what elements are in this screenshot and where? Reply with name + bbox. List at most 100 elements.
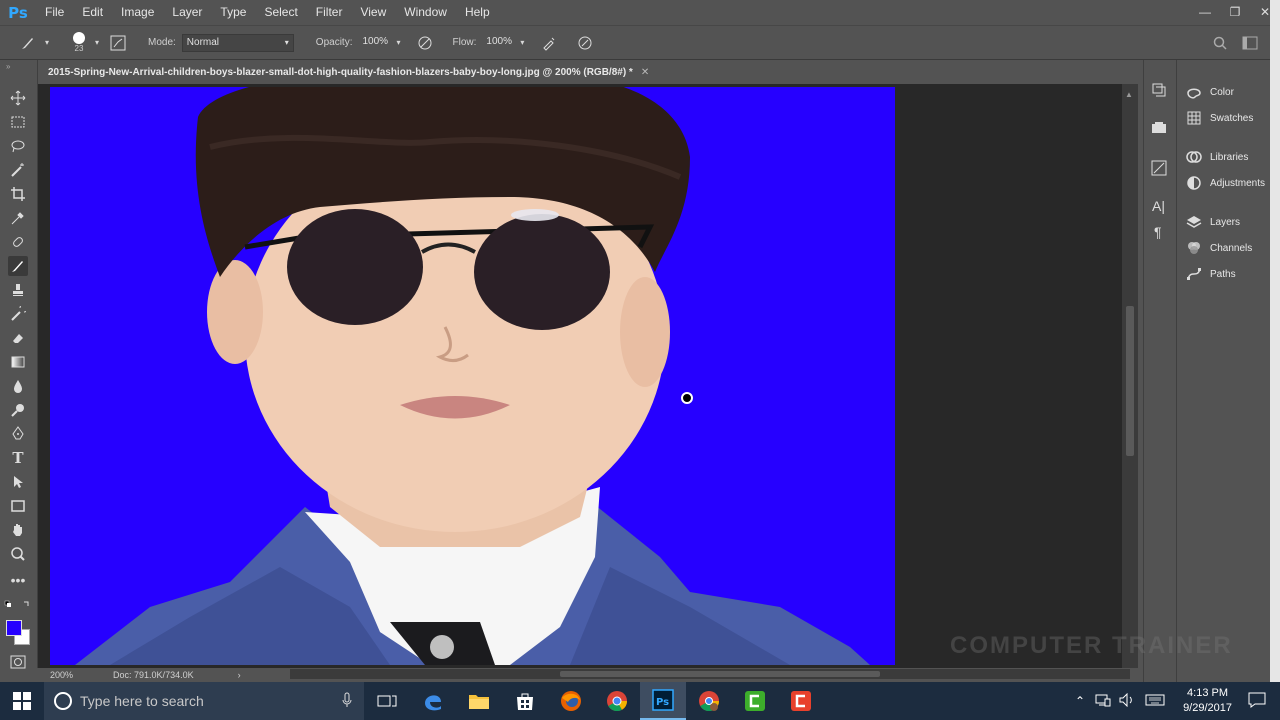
task-view-icon[interactable] — [364, 682, 410, 720]
cortana-icon — [54, 692, 72, 710]
zoom-tool-icon[interactable] — [8, 544, 28, 564]
document-tab[interactable]: 2015-Spring-New-Arrival-children-boys-bl… — [38, 62, 660, 84]
pressure-opacity-icon[interactable] — [414, 35, 436, 51]
magic-wand-icon[interactable] — [8, 160, 28, 180]
workspace-icon[interactable] — [1240, 36, 1260, 50]
healing-brush-icon[interactable] — [8, 232, 28, 252]
menu-help[interactable]: Help — [456, 0, 499, 25]
canvas-area[interactable] — [38, 84, 1138, 668]
paragraph-icon[interactable]: ¶ — [1154, 224, 1162, 240]
lasso-tool-icon[interactable] — [8, 136, 28, 156]
mode-value: Normal — [186, 36, 220, 48]
chrome-alt-icon[interactable] — [686, 682, 732, 720]
photoshop-icon[interactable]: Ps — [640, 682, 686, 720]
scroll-up-icon[interactable]: ▲ — [1125, 90, 1133, 99]
foreground-color-swatch[interactable] — [6, 620, 22, 636]
tools-panel: » T ••• — [0, 60, 38, 669]
vertical-scrollbar[interactable]: ▲ — [1122, 84, 1138, 668]
panel-paths-label: Paths — [1210, 268, 1236, 280]
eyedropper-icon[interactable] — [8, 208, 28, 228]
horizontal-scrollbar[interactable] — [290, 669, 1130, 679]
menu-type[interactable]: Type — [211, 0, 255, 25]
zoom-level[interactable]: 200% — [50, 670, 73, 680]
taskbar-clock[interactable]: 4:13 PM 9/29/2017 — [1183, 686, 1232, 716]
flow-input[interactable]: 100% — [482, 34, 516, 52]
microphone-icon[interactable] — [342, 692, 352, 711]
search-icon[interactable] — [1210, 36, 1230, 50]
menu-window[interactable]: Window — [395, 0, 456, 25]
rectangle-tool-icon[interactable] — [8, 496, 28, 516]
pressure-size-icon[interactable] — [574, 35, 596, 51]
panel-libraries[interactable]: Libraries — [1185, 147, 1248, 167]
adjustments-icon — [1185, 175, 1203, 191]
menu-view[interactable]: View — [351, 0, 395, 25]
restore-icon[interactable]: ❐ — [1220, 0, 1250, 25]
collapse-icon[interactable]: » — [6, 62, 10, 71]
edge-icon[interactable] — [410, 682, 456, 720]
image-canvas[interactable] — [50, 87, 895, 665]
swatches-icon — [1185, 110, 1203, 126]
chevron-up-icon[interactable]: ⌃ — [1075, 694, 1085, 708]
brush-tool-icon[interactable] — [8, 256, 28, 276]
dodge-icon[interactable] — [8, 400, 28, 420]
character-icon[interactable]: A| — [1152, 198, 1165, 214]
more-tools-icon[interactable]: ••• — [8, 570, 28, 590]
marquee-tool-icon[interactable] — [8, 112, 28, 132]
eraser-icon[interactable] — [8, 328, 28, 348]
panel-adjustments[interactable]: Adjustments — [1185, 173, 1265, 193]
type-tool-icon[interactable]: T — [8, 448, 28, 468]
mode-select[interactable]: Normal ▾ — [181, 33, 294, 52]
chevron-down-icon[interactable]: ▾ — [392, 38, 404, 47]
chevron-down-icon[interactable]: ▾ — [42, 38, 52, 47]
minimize-icon[interactable]: — — [1190, 0, 1220, 25]
file-explorer-icon[interactable] — [456, 682, 502, 720]
history-icon[interactable] — [1151, 82, 1167, 101]
menu-image[interactable]: Image — [112, 0, 163, 25]
camtasia-red-icon[interactable] — [778, 682, 824, 720]
menu-layer[interactable]: Layer — [163, 0, 211, 25]
camtasia-green-icon[interactable] — [732, 682, 778, 720]
default-colors-icon[interactable] — [4, 600, 34, 608]
panel-swatches[interactable]: Swatches — [1185, 108, 1253, 128]
brush-panel-toggle-icon[interactable] — [108, 35, 128, 51]
notifications-icon[interactable] — [1248, 692, 1266, 711]
clone-stamp-icon[interactable] — [8, 280, 28, 300]
firefox-icon[interactable] — [548, 682, 594, 720]
horizontal-scroll-thumb[interactable] — [560, 671, 880, 677]
brush-settings-icon[interactable] — [1151, 160, 1167, 179]
history-brush-icon[interactable] — [8, 304, 28, 324]
menu-filter[interactable]: Filter — [307, 0, 352, 25]
windows-start-icon[interactable] — [0, 682, 44, 720]
network-icon[interactable] — [1095, 693, 1111, 710]
vertical-scroll-thumb[interactable] — [1126, 306, 1134, 456]
close-tab-icon[interactable]: ✕ — [641, 67, 649, 78]
panel-channels[interactable]: Channels — [1185, 238, 1252, 258]
panel-paths[interactable]: Paths — [1185, 264, 1236, 284]
hand-tool-icon[interactable] — [8, 520, 28, 540]
crop-tool-icon[interactable] — [8, 184, 28, 204]
properties-icon[interactable] — [1151, 120, 1167, 139]
menu-file[interactable]: File — [36, 0, 73, 25]
opacity-input[interactable]: 100% — [358, 34, 392, 52]
airbrush-icon[interactable] — [538, 35, 560, 51]
store-icon[interactable] — [502, 682, 548, 720]
pen-tool-icon[interactable] — [8, 424, 28, 444]
gradient-icon[interactable] — [8, 352, 28, 372]
quick-mask-icon[interactable] — [8, 652, 28, 672]
move-tool-icon[interactable] — [8, 88, 28, 108]
chrome-icon[interactable] — [594, 682, 640, 720]
status-menu-icon[interactable]: › — [238, 670, 241, 680]
brush-size-picker[interactable]: 23 — [66, 32, 92, 53]
path-selection-icon[interactable] — [8, 472, 28, 492]
blur-icon[interactable] — [8, 376, 28, 396]
chevron-down-icon[interactable]: ▾ — [516, 38, 528, 47]
menu-edit[interactable]: Edit — [73, 0, 112, 25]
volume-icon[interactable] — [1119, 692, 1135, 710]
taskbar-search[interactable]: Type here to search — [44, 682, 364, 720]
panel-layers[interactable]: Layers — [1185, 212, 1240, 232]
keyboard-icon[interactable] — [1145, 694, 1165, 709]
brush-preset-icon[interactable] — [14, 35, 42, 51]
panel-color[interactable]: Color — [1185, 82, 1234, 102]
menu-select[interactable]: Select — [255, 0, 306, 25]
chevron-down-icon[interactable]: ▾ — [92, 38, 102, 47]
